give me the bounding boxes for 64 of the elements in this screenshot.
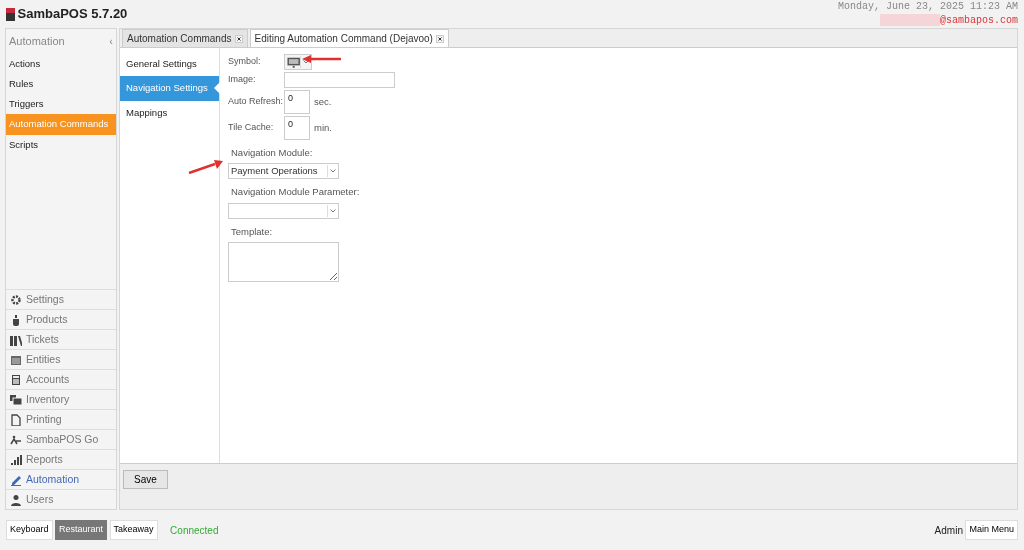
module-button[interactable]: Printing — [6, 409, 116, 429]
symbol-dropdown[interactable] — [284, 54, 312, 70]
department-button[interactable]: Restaurant — [55, 520, 108, 540]
number-field[interactable]: 0 — [284, 116, 310, 140]
close-icon[interactable] — [234, 34, 243, 43]
sidebar-item[interactable]: Triggers — [6, 94, 116, 115]
settings-tab[interactable]: General Settings — [120, 52, 219, 77]
user-name: Admin — [934, 523, 963, 538]
calculator-icon — [10, 373, 22, 386]
module-button[interactable]: Tickets — [6, 329, 116, 349]
user-icon — [10, 493, 22, 506]
sidebar-item[interactable]: Scripts — [6, 134, 116, 155]
field-label: Image: — [228, 73, 257, 87]
gear-icon — [10, 293, 22, 306]
tab[interactable]: Automation Commands — [122, 29, 248, 47]
module-button[interactable]: Reports — [6, 449, 116, 469]
caret-icon — [329, 208, 336, 213]
close-icon[interactable] — [435, 34, 444, 43]
unit-label: sec. — [314, 94, 332, 109]
input-field[interactable] — [284, 72, 395, 88]
save-button[interactable]: Save — [123, 470, 168, 489]
field-label: Auto Refresh: — [228, 95, 284, 109]
caret-icon — [302, 60, 309, 64]
module-button[interactable]: Entities — [6, 349, 116, 369]
sidebar-item[interactable]: Actions — [6, 53, 116, 74]
annotation-arrow — [302, 54, 342, 64]
department-button[interactable]: Keyboard — [6, 520, 53, 540]
folders-icon — [10, 393, 22, 406]
logo-icon — [6, 7, 15, 21]
module-button[interactable]: SambaPOS Go — [6, 429, 116, 449]
date-time: Monday, June 23, 2025 11:23 AM — [837, 0, 1018, 13]
module-button[interactable]: Products — [6, 309, 116, 329]
connection-status: Connected — [170, 523, 219, 538]
field-label: Navigation Module: — [231, 146, 314, 160]
user-email: @sambapos.com — [940, 13, 1018, 28]
module-button[interactable]: Accounts — [6, 369, 116, 389]
sidebar-item[interactable]: Rules — [6, 73, 116, 94]
field-label: Template: — [231, 224, 274, 239]
grid-icon — [10, 353, 22, 366]
bar-chart-icon — [10, 453, 22, 466]
pen-icon — [10, 473, 22, 486]
module-button[interactable]: Automation — [6, 469, 116, 489]
collapse-button[interactable]: ‹ — [106, 29, 116, 54]
cup-icon — [10, 313, 22, 326]
app-title: SambaPOS 5.7.20 — [17, 5, 128, 24]
module-button[interactable]: Inventory — [6, 389, 116, 409]
number-field[interactable]: 0 — [284, 90, 310, 114]
tab[interactable]: Editing Automation Command (Dejavoo) — [249, 29, 449, 47]
books-icon — [10, 333, 22, 346]
unit-label: min. — [314, 120, 332, 135]
annotation-arrow — [188, 158, 224, 174]
main-menu-button[interactable]: Main Menu — [965, 520, 1018, 540]
dropdown[interactable]: Payment Operations — [228, 163, 339, 180]
module-button[interactable]: Settings — [6, 289, 116, 309]
field-label: Symbol: — [228, 55, 262, 69]
field-label: Navigation Module Parameter: — [231, 185, 361, 200]
field-label: Tile Cache: — [228, 121, 275, 135]
redaction-mark — [880, 14, 940, 26]
caret-icon — [329, 169, 336, 174]
document-icon — [10, 413, 22, 426]
settings-tab[interactable]: Mappings — [120, 100, 219, 125]
section-title: Automation — [8, 34, 66, 49]
department-button[interactable]: Takeaway — [109, 520, 158, 540]
module-button[interactable]: Users — [6, 489, 116, 509]
